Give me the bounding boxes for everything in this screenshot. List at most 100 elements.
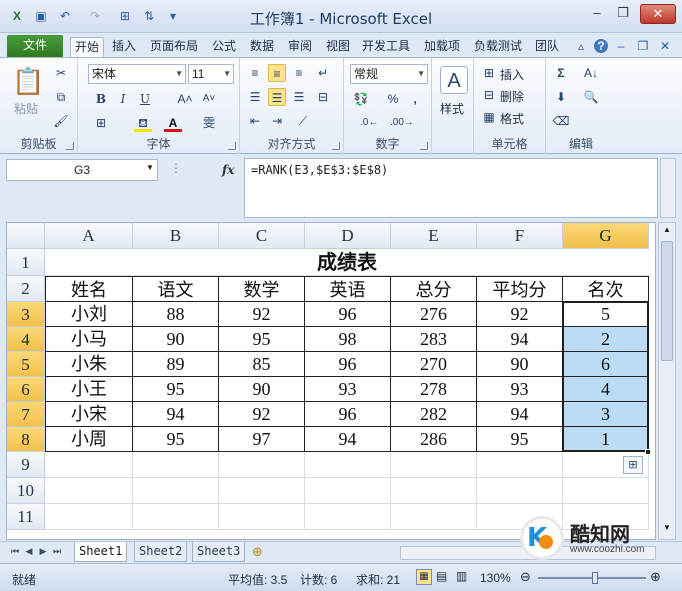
insert-cells-label[interactable]: 插入 xyxy=(500,66,524,83)
score-cell[interactable]: 94 xyxy=(477,402,563,427)
column-header-a[interactable]: A xyxy=(45,223,133,249)
tab-formulas[interactable]: 公式 xyxy=(208,37,240,57)
format-painter-icon[interactable]: 🖌 xyxy=(52,112,70,130)
score-cell[interactable]: 94 xyxy=(477,327,563,352)
score-cell[interactable]: 90 xyxy=(219,377,305,402)
tab-review[interactable]: 审阅 xyxy=(284,37,316,57)
bold-button[interactable]: B xyxy=(92,90,110,108)
comma-button[interactable]: , xyxy=(406,90,424,108)
fill-icon[interactable]: ⬇ xyxy=(552,88,570,106)
formula-input[interactable]: =RANK(E3,$E$3:$E$8) xyxy=(244,158,658,218)
tab-file[interactable]: 文件 xyxy=(7,35,63,57)
close-button[interactable]: ✕ xyxy=(640,4,676,24)
font-launcher-icon[interactable] xyxy=(228,142,236,150)
grid-cell[interactable] xyxy=(219,478,305,504)
table-header-cell[interactable]: 姓名 xyxy=(45,276,133,302)
grow-font-icon[interactable]: A˄ xyxy=(176,90,194,108)
zoom-level[interactable]: 130% xyxy=(480,571,511,585)
align-bottom-icon[interactable]: ≡ xyxy=(290,64,308,82)
column-header-f[interactable]: F xyxy=(477,223,563,249)
clear-icon[interactable]: ⌫ xyxy=(552,112,570,130)
number-launcher-icon[interactable] xyxy=(420,142,428,150)
paste-icon[interactable]: 📋 xyxy=(12,64,44,98)
row-header-4[interactable]: 4 xyxy=(7,327,45,352)
grid-cell[interactable] xyxy=(391,478,477,504)
formula-bar-scrollbar[interactable] xyxy=(660,158,676,218)
rank-cell[interactable]: 5 xyxy=(563,302,649,327)
minimize-button[interactable]: – xyxy=(584,4,610,24)
cancel-entry-icon[interactable]: ⋮ xyxy=(170,161,182,175)
scroll-up-icon[interactable]: ▲ xyxy=(661,225,673,237)
name-cell[interactable]: 小周 xyxy=(45,427,133,452)
score-cell[interactable]: 92 xyxy=(219,302,305,327)
insert-sheet-icon[interactable]: ⊕ xyxy=(252,544,263,560)
score-cell[interactable]: 276 xyxy=(391,302,477,327)
score-cell[interactable]: 96 xyxy=(305,352,391,377)
delete-cells-icon[interactable]: ⊟ xyxy=(480,86,498,104)
select-all-corner[interactable] xyxy=(7,223,45,249)
font-name-combo[interactable]: 宋体 ▼ xyxy=(88,64,186,84)
score-cell[interactable]: 92 xyxy=(477,302,563,327)
score-cell[interactable]: 93 xyxy=(305,377,391,402)
grid-cell[interactable] xyxy=(133,478,219,504)
score-cell[interactable]: 282 xyxy=(391,402,477,427)
align-top-icon[interactable]: ≡ xyxy=(246,64,264,82)
row-header-7[interactable]: 7 xyxy=(7,402,45,427)
column-header-b[interactable]: B xyxy=(133,223,219,249)
fill-color-icon[interactable]: ⛾ xyxy=(134,114,152,132)
tab-developer[interactable]: 开发工具 xyxy=(358,37,414,57)
grid-cell[interactable] xyxy=(219,452,305,478)
align-middle-icon[interactable]: ≡ xyxy=(268,64,286,82)
rank-cell[interactable]: 2 xyxy=(563,327,649,352)
score-cell[interactable]: 88 xyxy=(133,302,219,327)
name-cell[interactable]: 小宋 xyxy=(45,402,133,427)
underline-button[interactable]: U xyxy=(136,90,154,108)
score-cell[interactable]: 92 xyxy=(219,402,305,427)
help-icon[interactable]: ? xyxy=(594,39,608,53)
sheet-tab-sheet1[interactable]: Sheet1 xyxy=(74,542,128,562)
wrap-text-icon[interactable]: ↵ xyxy=(314,64,332,82)
grid-cell[interactable] xyxy=(391,452,477,478)
table-header-cell[interactable]: 语文 xyxy=(133,276,219,302)
row-header-2[interactable]: 2 xyxy=(7,276,45,302)
row-header-10[interactable]: 10 xyxy=(7,478,45,504)
grid-cell[interactable] xyxy=(305,504,391,530)
score-cell[interactable]: 97 xyxy=(219,427,305,452)
table-header-cell[interactable]: 平均分 xyxy=(477,276,563,302)
row-header-6[interactable]: 6 xyxy=(7,377,45,402)
first-sheet-icon[interactable]: ⏮ xyxy=(10,546,20,557)
grid-cell[interactable] xyxy=(305,478,391,504)
score-cell[interactable]: 89 xyxy=(133,352,219,377)
doc-close-icon[interactable]: ✕ xyxy=(658,39,672,53)
grid-cell[interactable] xyxy=(45,504,133,530)
tab-team[interactable]: 团队 xyxy=(532,37,562,57)
row-header-9[interactable]: 9 xyxy=(7,452,45,478)
table-header-cell[interactable]: 数学 xyxy=(219,276,305,302)
format-cells-label[interactable]: 格式 xyxy=(500,110,524,127)
scroll-thumb[interactable] xyxy=(661,241,673,361)
tab-home[interactable]: 开始 xyxy=(70,37,104,57)
score-cell[interactable]: 95 xyxy=(133,427,219,452)
sort-filter-icon[interactable]: A↓ xyxy=(582,64,600,82)
page-layout-view-icon[interactable]: ▤ xyxy=(436,569,447,583)
score-cell[interactable]: 95 xyxy=(133,377,219,402)
align-right-icon[interactable]: ☰ xyxy=(290,88,308,106)
table-header-cell[interactable]: 名次 xyxy=(563,276,649,302)
rank-cell[interactable]: 3 xyxy=(563,402,649,427)
rank-cell[interactable]: 4 xyxy=(563,377,649,402)
autosum-button[interactable]: Σ xyxy=(552,64,570,82)
zoom-in-icon[interactable]: ⊕ xyxy=(650,569,661,585)
score-cell[interactable]: 95 xyxy=(219,327,305,352)
name-cell[interactable]: 小朱 xyxy=(45,352,133,377)
last-sheet-icon[interactable]: ⏭ xyxy=(52,546,62,557)
zoom-out-icon[interactable]: ⊖ xyxy=(520,569,531,585)
doc-restore-icon[interactable]: ❐ xyxy=(636,39,650,53)
font-color-icon[interactable]: A xyxy=(164,114,182,132)
accounting-format-icon[interactable]: 💱 xyxy=(352,90,370,108)
tab-page-layout[interactable]: 页面布局 xyxy=(146,37,202,57)
score-cell[interactable]: 90 xyxy=(477,352,563,377)
column-header-e[interactable]: E xyxy=(391,223,477,249)
tab-add-ins[interactable]: 加载项 xyxy=(420,37,464,57)
grid-cell[interactable] xyxy=(219,504,305,530)
name-box-dropdown-icon[interactable]: ▼ xyxy=(146,163,154,172)
